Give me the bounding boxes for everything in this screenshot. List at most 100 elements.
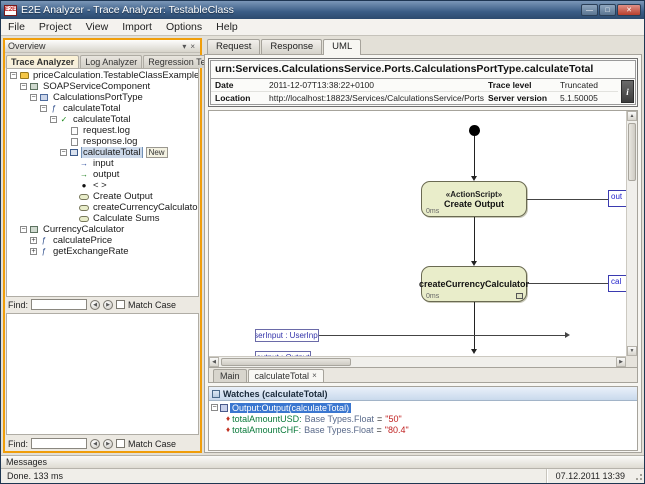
action-node-create-output[interactable]: «ActionScript» Create Output 0ms [421, 181, 527, 217]
tab-uml[interactable]: UML [323, 39, 361, 55]
scroll-down-icon[interactable]: ▼ [627, 346, 637, 356]
minimize-button[interactable]: — [581, 4, 598, 16]
find-prev-button[interactable]: ◀ [90, 439, 100, 449]
watch-item-totalamountchf[interactable]: ♦totalAmountCHF:Base Types.Float="80.4" [225, 424, 635, 435]
maximize-button[interactable]: □ [599, 4, 616, 16]
expand-icon[interactable]: + [30, 237, 37, 244]
object-node-truncated-output[interactable]: out [608, 190, 626, 207]
tab-request[interactable]: Request [207, 39, 260, 54]
horizontal-scrollbar[interactable]: ◀ ▶ [209, 356, 626, 367]
object-flow-edge [527, 283, 610, 284]
collapse-icon[interactable]: − [20, 226, 27, 233]
collapse-icon[interactable]: − [30, 94, 37, 101]
tree-item-calculateprice[interactable]: +ƒcalculatePrice [7, 235, 198, 246]
tab-trace-analyzer[interactable]: Trace Analyzer [6, 55, 79, 68]
menu-item-file[interactable]: File [1, 20, 32, 34]
tree-item-output[interactable]: →output [7, 169, 198, 180]
match-case-checkbox[interactable] [116, 300, 125, 309]
lower-tree-area[interactable] [6, 313, 199, 435]
window-title: E2E Analyzer - Trace Analyzer: TestableC… [21, 4, 577, 16]
tree-item-createcurrencycalculator[interactable]: createCurrencyCalculator [7, 202, 198, 213]
object-node-truncated-calc[interactable]: cal [608, 275, 626, 292]
tree-item-soapservicecomponent[interactable]: −SOAPServiceComponent [7, 81, 198, 92]
find-input[interactable] [31, 438, 87, 449]
scroll-left-icon[interactable]: ◀ [209, 357, 219, 367]
tree-item-getexchangerate[interactable]: +ƒgetExchangeRate [7, 246, 198, 257]
tree-item-item[interactable]: ●< > [7, 180, 198, 191]
collapse-icon[interactable]: − [211, 404, 218, 411]
menu-item-view[interactable]: View [79, 20, 116, 34]
tree-item-calculatetotal[interactable]: −ƒcalculateTotal [7, 103, 198, 114]
vertical-scroll-track[interactable] [627, 121, 637, 346]
tree-item-pricecalculation-testableclassexample-testableclassexample[interactable]: −priceCalculation.TestableClassExample.T… [7, 70, 198, 81]
titlebar[interactable]: E2E E2E Analyzer - Trace Analyzer: Testa… [1, 1, 644, 19]
action-icon-shape [79, 216, 89, 222]
uml-canvas[interactable]: «ActionScript» Create Output 0ms out cre… [209, 111, 626, 356]
object-node-output[interactable]: output : Output [255, 351, 311, 356]
tree-item-calculatetotal[interactable]: −calculateTotalNew [7, 147, 198, 158]
collapse-icon[interactable]: − [60, 149, 67, 156]
find-input[interactable] [31, 299, 87, 310]
trace-icon [69, 149, 79, 156]
trace-title: urn:Services.CalculationsService.Ports.C… [211, 61, 635, 79]
collapse-icon[interactable]: − [10, 72, 17, 79]
menu-item-import[interactable]: Import [115, 20, 159, 34]
tree-item-request-log[interactable]: request.log [7, 125, 198, 136]
tree-item-currencycalculator[interactable]: −CurrencyCalculator [7, 224, 198, 235]
menu-item-options[interactable]: Options [159, 20, 209, 34]
overview-panel-title: Overview [8, 41, 180, 51]
function-icon: ƒ [49, 104, 59, 113]
scroll-up-icon[interactable]: ▲ [627, 111, 637, 121]
info-row-date: Date 2011-12-07T13:38:22+0100 Trace leve… [211, 79, 618, 91]
horizontal-scroll-track[interactable] [219, 357, 616, 367]
tree-item-label: Create Output [91, 191, 155, 202]
overview-panel-header: Overview ▾ × [5, 40, 200, 53]
match-case-label: Match Case [128, 300, 176, 310]
horizontal-scroll-thumb[interactable] [221, 358, 351, 366]
location-value: http://localhost:18823/Services/Calculat… [269, 93, 484, 103]
panel-pin-icon[interactable]: ▾ [180, 42, 188, 51]
field-icon: ♦ [226, 425, 230, 434]
diagram-tab-calculatetotal[interactable]: calculateTotal× [248, 369, 324, 382]
tree-item-input[interactable]: →input [7, 158, 198, 169]
object-node-userinput[interactable]: userInput : UserInput [255, 329, 319, 342]
expand-icon[interactable]: + [30, 248, 37, 255]
close-button[interactable]: ✕ [617, 4, 641, 16]
watch-item-totalamountusd[interactable]: ♦totalAmountUSD:Base Types.Float="50" [225, 413, 635, 424]
initial-node-icon[interactable] [469, 125, 480, 136]
collapse-icon[interactable]: − [20, 83, 27, 90]
diagram-tabs: MaincalculateTotal× [208, 368, 638, 383]
component-icon-shape [30, 226, 38, 233]
tree-item-create-output[interactable]: Create Output [7, 191, 198, 202]
find-next-button[interactable]: ▶ [103, 439, 113, 449]
tree-item-calculationsporttype[interactable]: −CalculationsPortType [7, 92, 198, 103]
diagram-tab-main[interactable]: Main [213, 369, 247, 382]
tree-item-calculate-sums[interactable]: Calculate Sums [7, 213, 198, 224]
tree-item-label: Calculate Sums [91, 213, 162, 224]
collapse-icon[interactable]: − [50, 116, 57, 123]
match-case-checkbox[interactable] [116, 439, 125, 448]
watch-root-row[interactable]: −Output:Output(calculateTotal) [211, 402, 635, 413]
resize-grip[interactable] [633, 471, 643, 481]
input-icon: → [79, 159, 89, 168]
tree-item-response-log[interactable]: response.log [7, 136, 198, 147]
tab-response[interactable]: Response [261, 39, 322, 54]
watch-field-name: totalAmountCHF: [232, 425, 301, 435]
find-prev-button[interactable]: ◀ [90, 300, 100, 310]
collapse-icon[interactable]: − [40, 105, 47, 112]
menu-item-project[interactable]: Project [32, 20, 79, 34]
panel-close-icon[interactable]: × [188, 42, 197, 51]
vertical-scroll-thumb[interactable] [628, 123, 636, 181]
info-button[interactable]: i [621, 80, 634, 103]
action-label: createCurrencyCalculator [419, 279, 529, 289]
scroll-right-icon[interactable]: ▶ [616, 357, 626, 367]
close-tab-icon[interactable]: × [312, 372, 317, 380]
action-node-create-currency-calculator[interactable]: createCurrencyCalculator 0ms [421, 266, 527, 302]
action-time: 0ms [426, 293, 439, 300]
find-next-button[interactable]: ▶ [103, 300, 113, 310]
tree-item-calculatetotal[interactable]: −✓calculateTotal [7, 114, 198, 125]
menu-item-help[interactable]: Help [209, 20, 245, 34]
tab-log-analyzer[interactable]: Log Analyzer [80, 55, 142, 68]
messages-bar[interactable]: Messages [1, 455, 644, 468]
vertical-scrollbar[interactable]: ▲ ▼ [626, 111, 637, 356]
